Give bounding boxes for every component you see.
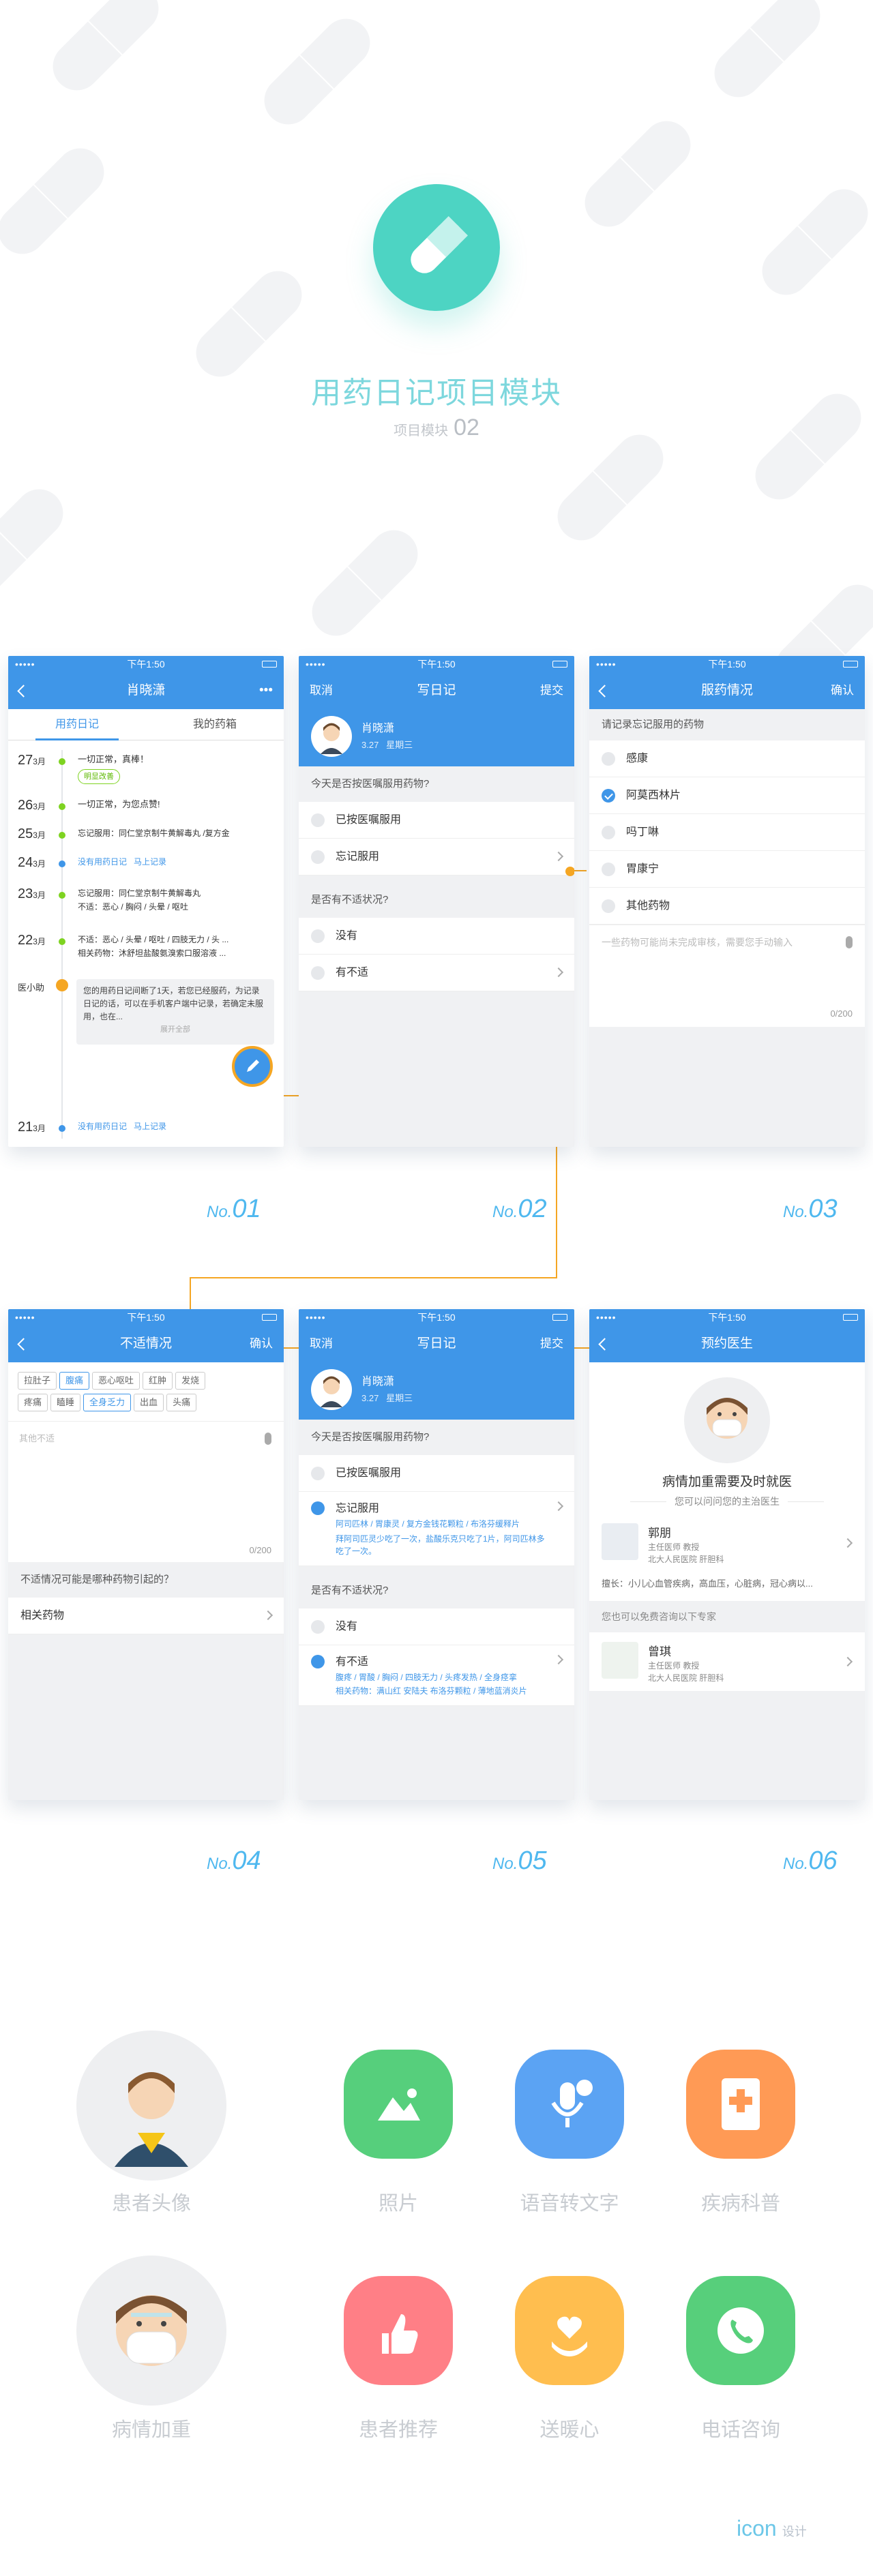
patient-recommend-icon xyxy=(344,2276,453,2385)
doctor-avatar xyxy=(602,1642,638,1679)
tab-diary[interactable]: 用药日记 xyxy=(8,709,146,740)
voice-to-text-icon xyxy=(515,2050,624,2159)
symptom-tag[interactable]: 出血 xyxy=(134,1394,164,1411)
timeline-text: 一切正常，真棒！ xyxy=(78,754,149,764)
icon-label: 语音转文字 xyxy=(520,2193,619,2215)
symptom-tag[interactable]: 红肿 xyxy=(143,1372,173,1390)
disease-science-icon xyxy=(686,2050,795,2159)
submit-button[interactable]: 提交 xyxy=(540,672,563,709)
step-number-5: No.05 xyxy=(492,1846,547,1875)
expand-link[interactable]: 展开全部 xyxy=(83,1023,267,1036)
send-warmth-icon xyxy=(515,2276,624,2385)
confirm-button[interactable]: 确认 xyxy=(831,672,854,709)
drug-option[interactable]: 阿莫西林片 xyxy=(589,777,865,814)
screen-book-doctor: ••••• 下午1:50 预约医生 病情加重需要及时就医 您可以问问您的主治医生 … xyxy=(589,1309,865,1800)
drug-option[interactable]: 其他药物 xyxy=(589,888,865,925)
symptom-tag[interactable]: 发烧 xyxy=(175,1372,206,1390)
timeline-date: 273月 xyxy=(18,753,46,768)
icon-label: 疾病科普 xyxy=(700,2193,780,2215)
option-taken[interactable]: 已按医嘱服用 xyxy=(299,1455,574,1492)
user-name: 肖晓潇 xyxy=(361,723,395,734)
step-number-2: No.02 xyxy=(492,1195,547,1223)
step-number-6: No.06 xyxy=(783,1846,838,1875)
photo-icon xyxy=(344,2050,453,2159)
icon-label: 照片 xyxy=(378,2193,418,2215)
pill-icon xyxy=(411,216,468,273)
screen-discomfort: ••••• 下午1:50 不适情况 确认 拉肚子 腹痛 恶心呕吐 红肿 发烧 疼痛 瞌睡 全身乏… xyxy=(8,1309,284,1800)
bg-pill xyxy=(0,138,114,264)
option-forgot[interactable]: 忘记服用 阿司匹林 / 胃康灵 / 复方金钱花颗粒 / 布洛芬缓释片 拜阿司匹灵… xyxy=(299,1492,574,1566)
screen-write-diary-filled: ••••• 下午1:50 取消 写日记 提交 肖晓潇 3.27 星期三 今天是否按医嘱… xyxy=(299,1309,574,1800)
helper-message: 您的用药日记间断了1天，若您已经服药，为记录日记的话，可以在手机客户端中记录，若… xyxy=(76,979,274,1045)
doctor-avatar xyxy=(602,1523,638,1560)
avatar xyxy=(311,716,352,757)
more-button[interactable]: ••• xyxy=(259,672,273,709)
symptom-tag[interactable]: 恶心呕吐 xyxy=(92,1372,140,1390)
page-title: 用药日记项目模块 xyxy=(311,376,562,410)
other-discomfort-input[interactable]: 其他不适 0/200 xyxy=(8,1422,284,1562)
helper-label: 医小助 xyxy=(18,983,45,993)
option-discomfort[interactable]: 有不适 xyxy=(299,955,574,991)
symptom-tag[interactable]: 全身乏力 xyxy=(83,1394,132,1411)
bg-pill xyxy=(254,9,380,134)
avatar xyxy=(311,1369,352,1410)
pen-icon xyxy=(247,1060,259,1072)
icon-label: 患者推荐 xyxy=(358,2419,438,2441)
icon-label: 病情加重 xyxy=(111,2419,191,2441)
symptom-tags: 拉肚子 腹痛 恶心呕吐 红肿 发烧 疼痛 瞌睡 全身乏力 出血 头痛 xyxy=(8,1362,284,1422)
bg-pill xyxy=(575,111,700,237)
related-drug-row[interactable]: 相关药物 xyxy=(8,1598,284,1634)
step-number-4: No.04 xyxy=(207,1846,261,1875)
status-badge: 明显改善 xyxy=(78,769,120,784)
symptom-tag[interactable]: 瞌睡 xyxy=(50,1394,81,1411)
note-textarea[interactable]: 一些药物可能尚未完成审核，需要您手动输入 0/200 xyxy=(589,925,865,1027)
bg-pill xyxy=(705,0,830,107)
doctor-card[interactable]: 郭朋 主任医师 教授 北大人民医院 肝胆科 擅长：小儿心血管疾病，高血压，心脏病… xyxy=(589,1516,865,1601)
option-forgot[interactable]: 忘记服用 xyxy=(299,839,574,875)
helper-avatar xyxy=(56,979,68,991)
drug-option[interactable]: 胃康宁 xyxy=(589,851,865,888)
tab-medicine-box[interactable]: 我的药箱 xyxy=(146,709,284,740)
bg-pill xyxy=(752,179,873,305)
icon-label: 患者头像 xyxy=(111,2193,191,2215)
drug-option[interactable]: 吗丁啉 xyxy=(589,814,865,851)
option-taken[interactable]: 已按医嘱服用 xyxy=(299,802,574,839)
bg-pill xyxy=(548,425,673,550)
screen-diary-list: ••••• 下午1:50 肖晓潇 ••• 用药日记 我的药箱 273月 一切正常，真… xyxy=(8,656,284,1147)
microphone-icon[interactable] xyxy=(846,936,853,948)
pill-logo xyxy=(373,184,500,311)
symptom-tag[interactable]: 腹痛 xyxy=(59,1372,90,1390)
step-number-1: No.01 xyxy=(207,1195,261,1223)
record-now-link[interactable]: 马上记录 xyxy=(134,857,166,867)
option-discomfort[interactable]: 有不适 腹疼 / 胃酸 / 胸闷 / 四肢无力 / 头疼发热 / 全身痉挛 相关… xyxy=(299,1645,574,1706)
confirm-button[interactable]: 确认 xyxy=(250,1326,273,1362)
footer-label: icon 设计 xyxy=(737,2516,807,2541)
screen-write-diary: ••••• 下午1:50 取消 写日记 提交 肖晓潇 3.27 星期三 今天是否按医嘱… xyxy=(299,656,574,1147)
icon-label: 送暖心 xyxy=(539,2419,600,2441)
flow-line xyxy=(190,1277,557,1278)
option-no-discomfort[interactable]: 没有 xyxy=(299,918,574,955)
bg-pill xyxy=(43,0,168,100)
bg-pill xyxy=(0,479,73,605)
screen-medication-status: ••••• 下午1:50 服药情况 确认 请记录忘记服用的药物 感康 阿莫西林片 吗… xyxy=(589,656,865,1147)
microphone-icon[interactable] xyxy=(265,1433,271,1445)
doctor-card[interactable]: 曾琪 主任医师 教授 北大人民医院 肝胆科 xyxy=(589,1632,865,1691)
patient-avatar-icon xyxy=(76,2031,226,2181)
icon-label: 电话咨询 xyxy=(700,2419,780,2441)
condition-worse-icon xyxy=(76,2256,226,2406)
symptom-tag[interactable]: 头痛 xyxy=(166,1394,197,1411)
bg-pill xyxy=(302,520,428,646)
symptom-tag[interactable]: 疼痛 xyxy=(18,1394,48,1411)
symptom-tag[interactable]: 拉肚子 xyxy=(18,1372,57,1390)
sick-avatar xyxy=(684,1377,770,1463)
phone-consult-icon xyxy=(686,2276,795,2385)
drug-option[interactable]: 感康 xyxy=(589,740,865,777)
write-diary-button[interactable] xyxy=(232,1046,273,1087)
option-no-discomfort[interactable]: 没有 xyxy=(299,1608,574,1645)
submit-button[interactable]: 提交 xyxy=(540,1326,563,1362)
nav-title: 肖晓潇 xyxy=(126,683,166,698)
step-number-3: No.03 xyxy=(783,1195,838,1223)
page-subtitle: 项目模块 02 xyxy=(394,415,479,440)
